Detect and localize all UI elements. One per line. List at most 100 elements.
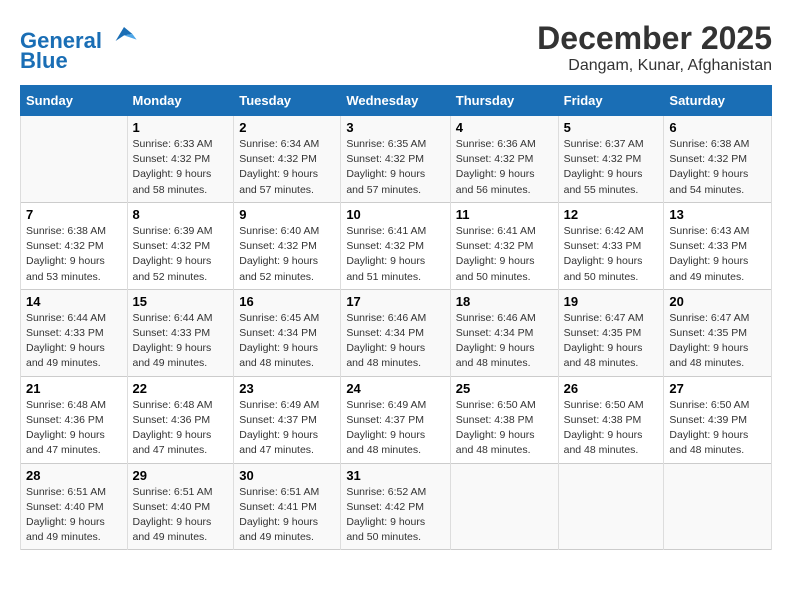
- day-info: Sunrise: 6:49 AM Sunset: 4:37 PM Dayligh…: [346, 398, 444, 459]
- calendar-cell: 31 Sunrise: 6:52 AM Sunset: 4:42 PM Dayli…: [341, 463, 450, 550]
- calendar-cell: 4Sunrise: 6:36 AM Sunset: 4:32 PM Daylig…: [450, 116, 558, 203]
- week-row-4: 21Sunrise: 6:48 AM Sunset: 4:36 PM Dayli…: [21, 376, 772, 463]
- title-block: December 2025 Dangam, Kunar, Afghanistan: [537, 20, 772, 75]
- day-info: Sunrise: 6:38 AM Sunset: 4:32 PM Dayligh…: [26, 224, 122, 285]
- calendar-cell: 5 Sunrise: 6:37 AM Sunset: 4:32 PM Daylig…: [558, 116, 664, 203]
- calendar-cell: 21Sunrise: 6:48 AM Sunset: 4:36 PM Dayli…: [21, 376, 128, 463]
- day-info: Sunrise: 6:50 AM Sunset: 4:39 PM Dayligh…: [669, 398, 766, 459]
- calendar-cell: 7Sunrise: 6:38 AM Sunset: 4:32 PM Daylig…: [21, 202, 128, 289]
- calendar-table: SundayMondayTuesdayWednesdayThursdayFrid…: [20, 85, 772, 550]
- header-wednesday: Wednesday: [341, 86, 450, 116]
- day-info: Sunrise: 6:47 AM Sunset: 4:35 PM Dayligh…: [564, 311, 659, 372]
- day-info: Sunrise: 6:46 AM Sunset: 4:34 PM Dayligh…: [346, 311, 444, 372]
- day-info: Sunrise: 6:45 AM Sunset: 4:34 PM Dayligh…: [239, 311, 335, 372]
- day-number: 31: [346, 468, 444, 483]
- day-number: 29: [133, 468, 229, 483]
- day-info: Sunrise: 6:41 AM Sunset: 4:32 PM Dayligh…: [346, 224, 444, 285]
- header-friday: Friday: [558, 86, 664, 116]
- calendar-cell: 10 Sunrise: 6:41 AM Sunset: 4:32 PM Dayli…: [341, 202, 450, 289]
- location: Dangam, Kunar, Afghanistan: [537, 57, 772, 75]
- header-tuesday: Tuesday: [234, 86, 341, 116]
- day-info: Sunrise: 6:46 AM Sunset: 4:34 PM Dayligh…: [456, 311, 553, 372]
- week-row-3: 14 Sunrise: 6:44 AM Sunset: 4:33 PM Dayli…: [21, 289, 772, 376]
- day-info: Sunrise: 6:52 AM Sunset: 4:42 PM Dayligh…: [346, 485, 444, 546]
- day-info: Sunrise: 6:49 AM Sunset: 4:37 PM Dayligh…: [239, 398, 335, 459]
- day-number: 12: [564, 207, 659, 222]
- calendar-cell: 23 Sunrise: 6:49 AM Sunset: 4:37 PM Dayli…: [234, 376, 341, 463]
- day-number: 23: [239, 381, 335, 396]
- calendar-cell: 12 Sunrise: 6:42 AM Sunset: 4:33 PM Dayli…: [558, 202, 664, 289]
- day-info: Sunrise: 6:39 AM Sunset: 4:32 PM Dayligh…: [133, 224, 229, 285]
- day-number: 1: [133, 120, 229, 135]
- header-sunday: Sunday: [21, 86, 128, 116]
- calendar-cell: 17 Sunrise: 6:46 AM Sunset: 4:34 PM Dayli…: [341, 289, 450, 376]
- header-monday: Monday: [127, 86, 234, 116]
- day-info: Sunrise: 6:37 AM Sunset: 4:32 PM Dayligh…: [564, 137, 659, 198]
- day-info: Sunrise: 6:42 AM Sunset: 4:33 PM Dayligh…: [564, 224, 659, 285]
- calendar-cell: 19 Sunrise: 6:47 AM Sunset: 4:35 PM Dayli…: [558, 289, 664, 376]
- day-info: Sunrise: 6:51 AM Sunset: 4:40 PM Dayligh…: [133, 485, 229, 546]
- day-number: 16: [239, 294, 335, 309]
- day-number: 10: [346, 207, 444, 222]
- day-info: Sunrise: 6:51 AM Sunset: 4:40 PM Dayligh…: [26, 485, 122, 546]
- day-info: Sunrise: 6:50 AM Sunset: 4:38 PM Dayligh…: [456, 398, 553, 459]
- calendar-cell: 26 Sunrise: 6:50 AM Sunset: 4:38 PM Dayli…: [558, 376, 664, 463]
- calendar-cell: [558, 463, 664, 550]
- calendar-cell: 15 Sunrise: 6:44 AM Sunset: 4:33 PM Dayli…: [127, 289, 234, 376]
- day-number: 20: [669, 294, 766, 309]
- month-title: December 2025: [537, 20, 772, 57]
- day-number: 25: [456, 381, 553, 396]
- logo: General Blue: [20, 20, 138, 73]
- week-row-5: 28 Sunrise: 6:51 AM Sunset: 4:40 PM Dayli…: [21, 463, 772, 550]
- day-number: 22: [133, 381, 229, 396]
- calendar-cell: 16 Sunrise: 6:45 AM Sunset: 4:34 PM Dayli…: [234, 289, 341, 376]
- day-number: 26: [564, 381, 659, 396]
- week-row-1: 1 Sunrise: 6:33 AM Sunset: 4:32 PM Daylig…: [21, 116, 772, 203]
- day-number: 13: [669, 207, 766, 222]
- day-info: Sunrise: 6:44 AM Sunset: 4:33 PM Dayligh…: [133, 311, 229, 372]
- day-number: 15: [133, 294, 229, 309]
- day-number: 5: [564, 120, 659, 135]
- day-number: 14: [26, 294, 122, 309]
- calendar-cell: [664, 463, 772, 550]
- calendar-cell: 8 Sunrise: 6:39 AM Sunset: 4:32 PM Daylig…: [127, 202, 234, 289]
- day-number: 19: [564, 294, 659, 309]
- day-info: Sunrise: 6:48 AM Sunset: 4:36 PM Dayligh…: [26, 398, 122, 459]
- calendar-cell: 25 Sunrise: 6:50 AM Sunset: 4:38 PM Dayli…: [450, 376, 558, 463]
- calendar-cell: 14Sunrise: 6:44 AM Sunset: 4:33 PM Dayli…: [21, 289, 128, 376]
- calendar-cell: 24 Sunrise: 6:49 AM Sunset: 4:37 PM Dayli…: [341, 376, 450, 463]
- day-info: Sunrise: 6:41 AM Sunset: 4:32 PM Dayligh…: [456, 224, 553, 285]
- day-number: 8: [133, 207, 229, 222]
- day-number: 4: [456, 120, 553, 135]
- day-number: 9: [239, 207, 335, 222]
- day-number: 24: [346, 381, 444, 396]
- calendar-cell: 11 Sunrise: 6:41 AM Sunset: 4:32 PM Dayli…: [450, 202, 558, 289]
- day-number: 3: [346, 120, 444, 135]
- header-saturday: Saturday: [664, 86, 772, 116]
- day-info: Sunrise: 6:33 AM Sunset: 4:32 PM Dayligh…: [133, 137, 229, 198]
- calendar-cell: 6Sunrise: 6:38 AM Sunset: 4:32 PM Daylig…: [664, 116, 772, 203]
- calendar-cell: 2Sunrise: 6:34 AM Sunset: 4:32 PM Daylig…: [234, 116, 341, 203]
- day-number: 28: [26, 468, 122, 483]
- calendar-cell: [450, 463, 558, 550]
- day-info: Sunrise: 6:35 AM Sunset: 4:32 PM Dayligh…: [346, 137, 444, 198]
- calendar-cell: 18 Sunrise: 6:46 AM Sunset: 4:34 PM Dayli…: [450, 289, 558, 376]
- calendar-cell: 1 Sunrise: 6:33 AM Sunset: 4:32 PM Daylig…: [127, 116, 234, 203]
- calendar-cell: 27 Sunrise: 6:50 AM Sunset: 4:39 PM Dayli…: [664, 376, 772, 463]
- calendar-cell: 29 Sunrise: 6:51 AM Sunset: 4:40 PM Dayli…: [127, 463, 234, 550]
- day-number: 17: [346, 294, 444, 309]
- day-info: Sunrise: 6:40 AM Sunset: 4:32 PM Dayligh…: [239, 224, 335, 285]
- day-number: 11: [456, 207, 553, 222]
- calendar-cell: 20Sunrise: 6:47 AM Sunset: 4:35 PM Dayli…: [664, 289, 772, 376]
- calendar-cell: [21, 116, 128, 203]
- day-info: Sunrise: 6:50 AM Sunset: 4:38 PM Dayligh…: [564, 398, 659, 459]
- calendar-cell: 22 Sunrise: 6:48 AM Sunset: 4:36 PM Dayli…: [127, 376, 234, 463]
- calendar-cell: 3 Sunrise: 6:35 AM Sunset: 4:32 PM Daylig…: [341, 116, 450, 203]
- day-info: Sunrise: 6:38 AM Sunset: 4:32 PM Dayligh…: [669, 137, 766, 198]
- day-number: 30: [239, 468, 335, 483]
- page-header: General Blue December 2025 Dangam, Kunar…: [20, 20, 772, 75]
- day-info: Sunrise: 6:48 AM Sunset: 4:36 PM Dayligh…: [133, 398, 229, 459]
- day-number: 18: [456, 294, 553, 309]
- calendar-cell: 30Sunrise: 6:51 AM Sunset: 4:41 PM Dayli…: [234, 463, 341, 550]
- day-number: 27: [669, 381, 766, 396]
